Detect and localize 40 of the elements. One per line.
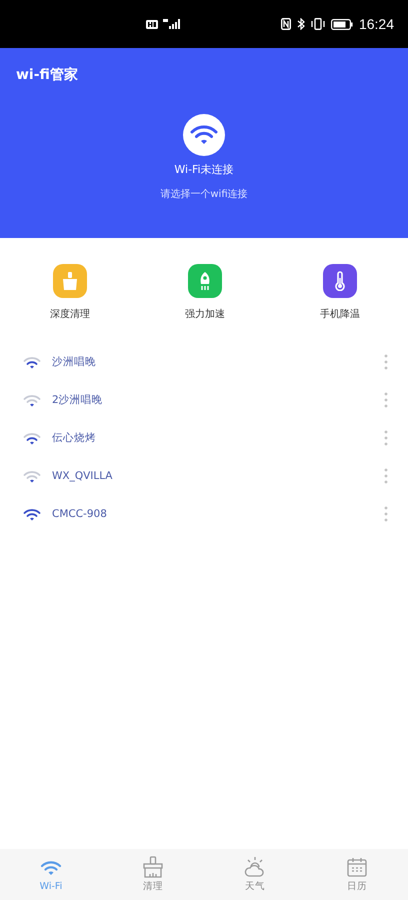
wifi-signal-icon bbox=[23, 394, 41, 406]
wifi-signal-icon bbox=[23, 508, 41, 520]
tool-button[interactable]: 手机降温 bbox=[300, 264, 380, 321]
app-title: wi-fi管家 bbox=[16, 66, 78, 84]
network-name: 伝心烧烤 bbox=[52, 431, 97, 445]
more-icon[interactable] bbox=[384, 392, 388, 408]
more-icon[interactable] bbox=[384, 468, 388, 484]
network-item[interactable]: 伝心烧烤 bbox=[0, 419, 408, 457]
bluetooth-icon bbox=[296, 18, 305, 30]
network-item[interactable]: WX_QVILLA bbox=[0, 457, 408, 495]
nfc-icon bbox=[280, 18, 291, 30]
network-name: CMCC-908 bbox=[52, 508, 108, 520]
wifi-signal-icon bbox=[23, 470, 41, 482]
wifi-signal-icon bbox=[23, 432, 41, 444]
vibrate-icon bbox=[310, 18, 325, 30]
network-name: 沙洲唱晚 bbox=[52, 355, 97, 369]
connection-status: Wi-Fi未连接 bbox=[174, 162, 234, 177]
tool-button[interactable]: 深度清理 bbox=[30, 264, 110, 321]
network-item[interactable]: 2沙洲唱晚 bbox=[0, 381, 408, 419]
nav-tab[interactable]: 日历 bbox=[306, 849, 408, 900]
nav-tab[interactable]: 清理 bbox=[102, 849, 204, 900]
more-icon[interactable] bbox=[384, 354, 388, 370]
battery-icon bbox=[330, 18, 353, 30]
signal-icon bbox=[163, 19, 181, 29]
network-item[interactable]: CMCC-908 bbox=[0, 495, 408, 533]
network-name: WX_QVILLA bbox=[52, 470, 114, 482]
weather-icon bbox=[244, 856, 266, 878]
hd-icon bbox=[146, 20, 158, 28]
wifi-icon bbox=[183, 114, 225, 156]
tool-button[interactable]: 强力加速 bbox=[165, 264, 245, 321]
broom-icon bbox=[142, 856, 164, 878]
more-icon[interactable] bbox=[384, 506, 388, 522]
wifi-signal-icon bbox=[23, 356, 41, 368]
more-icon[interactable] bbox=[384, 430, 388, 446]
connection-hint: 请选择一个wifi连接 bbox=[160, 188, 248, 201]
network-item[interactable]: 沙洲唱晚 bbox=[0, 343, 408, 381]
network-name: 2沙洲唱晚 bbox=[52, 393, 104, 407]
calendar-icon bbox=[346, 856, 368, 878]
nav-tab[interactable]: 天气 bbox=[204, 849, 306, 900]
status-time: 16:24 bbox=[358, 16, 394, 32]
